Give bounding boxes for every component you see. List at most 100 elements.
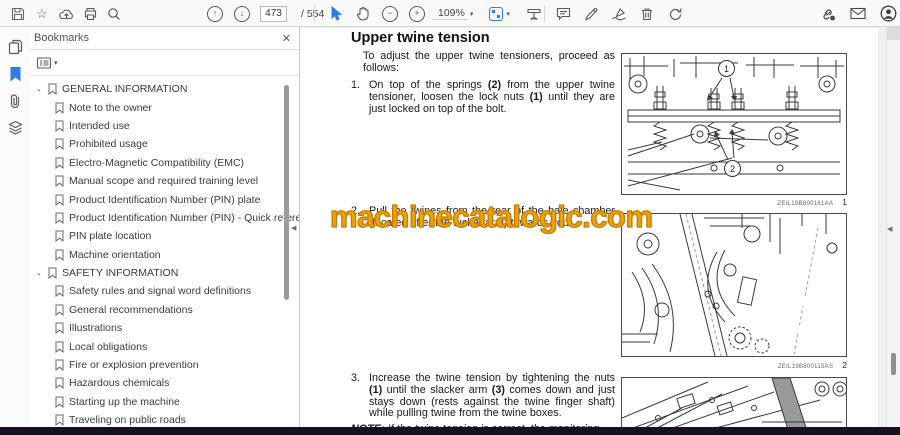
bookmark-item[interactable]: Hazardous chemicals bbox=[30, 374, 299, 392]
search-button[interactable] bbox=[102, 2, 126, 26]
star-icon: ☆ bbox=[36, 5, 48, 21]
star-button[interactable]: ☆ bbox=[30, 2, 54, 26]
account-button[interactable] bbox=[876, 2, 900, 26]
chevron-down-icon[interactable]: ⌄ bbox=[36, 85, 48, 93]
document-area: Upper twine tension To adjust the upper … bbox=[301, 27, 886, 435]
bookmark-item[interactable]: Fire or explosion prevention bbox=[30, 356, 299, 374]
panel-scrollbar-thumb[interactable] bbox=[284, 85, 289, 300]
bookmark-label: GENERAL INFORMATION bbox=[62, 83, 188, 96]
zoom-level-value: 109% bbox=[432, 7, 467, 20]
printer-icon bbox=[84, 7, 96, 20]
bookmark-item[interactable]: General recommendations bbox=[30, 301, 299, 319]
bookmark-label: SAFETY INFORMATION bbox=[62, 267, 179, 280]
bookmark-options-button[interactable]: ▾ bbox=[36, 56, 61, 70]
bookmark-icon bbox=[55, 230, 69, 243]
bookmark-item[interactable]: Product Identification Number (PIN) plat… bbox=[30, 190, 299, 208]
bookmark-icon bbox=[55, 322, 69, 335]
hand-tool-button[interactable] bbox=[351, 2, 375, 26]
zoom-level-dropdown[interactable]: 109% ▾ bbox=[432, 7, 476, 20]
zoom-out-button[interactable]: − bbox=[378, 2, 402, 26]
bookmark-item[interactable]: Intended use bbox=[30, 117, 299, 135]
section-heading: Upper twine tension bbox=[351, 30, 490, 46]
chevron-down-icon[interactable]: ⌄ bbox=[36, 269, 48, 277]
bookmark-icon bbox=[55, 157, 69, 169]
cloud-upload-icon bbox=[58, 9, 73, 19]
step-1: 1. On top of the springs (2) from the up… bbox=[351, 79, 615, 115]
collapse-panel-arrow[interactable]: ◀ bbox=[291, 221, 301, 235]
delete-button[interactable] bbox=[635, 2, 659, 26]
close-panel-button[interactable]: ✕ bbox=[282, 32, 291, 45]
pdf-reader-window: ☆ ↑ ↓ / 554 − + bbox=[0, 0, 900, 435]
page-thumbnails-button[interactable] bbox=[0, 33, 30, 60]
bookmark-label: Illustrations bbox=[69, 322, 123, 335]
figure-1-caption: ZEIL19B800161AA 1 bbox=[621, 197, 847, 207]
callout-1: 1 bbox=[718, 60, 735, 77]
rotate-button[interactable] bbox=[663, 2, 687, 26]
select-tool-button[interactable] bbox=[324, 2, 348, 26]
bookmark-icon bbox=[55, 138, 69, 151]
email-button[interactable] bbox=[846, 2, 870, 26]
next-page-button[interactable]: ↓ bbox=[233, 2, 251, 26]
bookmark-item[interactable]: Manual scope and required training level bbox=[30, 172, 299, 190]
expand-tools-pane-arrow[interactable]: ◀ bbox=[887, 222, 899, 236]
figure-number: 1 bbox=[842, 197, 847, 207]
figure-2 bbox=[621, 213, 847, 357]
bookmarks-panel: Bookmarks ✕ ▾ ⌄ GENERAL INFORMATION Note… bbox=[30, 27, 300, 435]
print-button[interactable] bbox=[78, 2, 102, 26]
trash-icon bbox=[642, 7, 652, 20]
bookmark-label: Hazardous chemicals bbox=[69, 377, 170, 390]
bookmark-item[interactable]: Local obligations bbox=[30, 337, 299, 355]
page-display-icon bbox=[489, 6, 504, 21]
bookmark-icon bbox=[55, 120, 69, 132]
bookmark-icon bbox=[55, 285, 69, 298]
minus-icon: − bbox=[382, 5, 398, 22]
page-display-dropdown[interactable]: ▾ bbox=[489, 6, 513, 21]
bookmark-icon bbox=[48, 83, 62, 96]
figure-code: ZEIL19B800161AA bbox=[777, 201, 834, 207]
pencil-icon bbox=[584, 7, 597, 20]
bookmark-item[interactable]: Product Identification Number (PIN) - Qu… bbox=[30, 209, 299, 227]
bookmark-item[interactable]: Starting up the machine bbox=[30, 393, 299, 411]
link-person-icon bbox=[823, 9, 835, 20]
bookmark-item[interactable]: Traveling on public roads bbox=[30, 411, 299, 428]
bookmark-label: Prohibited usage bbox=[69, 138, 148, 151]
bookmark-icon bbox=[55, 414, 69, 427]
bookmark-label: Traveling on public roads bbox=[69, 414, 186, 427]
pencil-button[interactable] bbox=[579, 2, 603, 26]
bookmark-item[interactable]: Safety rules and signal word definitions bbox=[30, 282, 299, 300]
bookmark-label: Product Identification Number (PIN) plat… bbox=[69, 193, 261, 206]
upload-share-button[interactable] bbox=[54, 2, 78, 26]
step-number: 1. bbox=[351, 79, 361, 91]
page-number-input[interactable] bbox=[260, 5, 287, 22]
chevron-down-icon: ▾ bbox=[54, 59, 58, 67]
reading-mode-button[interactable] bbox=[522, 2, 546, 26]
bookmark-icon bbox=[10, 66, 20, 82]
bookmarks-panel-button[interactable] bbox=[0, 60, 30, 87]
share-link-button[interactable] bbox=[816, 2, 840, 26]
toolbar-divider bbox=[544, 5, 545, 22]
bookmark-item[interactable]: Electro-Magnetic Compatibility (EMC) bbox=[30, 154, 299, 172]
bookmark-item[interactable]: ⌄ GENERAL INFORMATION bbox=[30, 80, 299, 98]
previous-page-button[interactable]: ↑ bbox=[206, 2, 224, 26]
bookmark-item[interactable]: Illustrations bbox=[30, 319, 299, 337]
annotation-tools-group bbox=[551, 0, 687, 27]
bookmark-icon bbox=[55, 359, 69, 372]
bookmark-label: Fire or explosion prevention bbox=[69, 359, 199, 372]
scrollbar-top-button[interactable] bbox=[887, 27, 900, 40]
bookmark-icon bbox=[48, 267, 62, 280]
save-button[interactable] bbox=[6, 2, 30, 26]
bookmark-item[interactable]: ⌄ SAFETY INFORMATION bbox=[30, 264, 299, 282]
bookmark-item[interactable]: Note to the owner bbox=[30, 98, 299, 116]
bookmark-item[interactable]: Prohibited usage bbox=[30, 135, 299, 153]
scrollbar-thumb[interactable] bbox=[891, 353, 896, 375]
bookmark-item[interactable]: PIN plate location bbox=[30, 227, 299, 245]
attachments-button[interactable] bbox=[0, 87, 30, 114]
comment-button[interactable] bbox=[551, 2, 575, 26]
layers-button[interactable] bbox=[0, 114, 30, 141]
fill-sign-button[interactable] bbox=[607, 2, 631, 26]
bookmark-item[interactable]: Machine orientation bbox=[30, 246, 299, 264]
zoom-in-button[interactable]: + bbox=[405, 2, 429, 26]
step-3: 3. Increase the twine tension by tighten… bbox=[351, 372, 615, 420]
bookmark-label: Safety rules and signal word definitions bbox=[69, 285, 252, 298]
layers-icon bbox=[7, 120, 23, 135]
